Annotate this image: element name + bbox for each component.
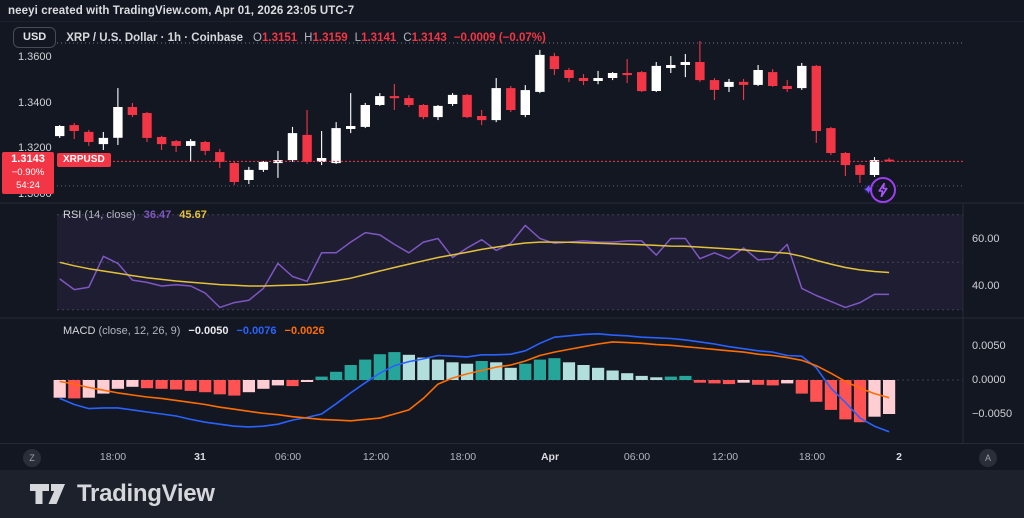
- tradingview-logo-icon[interactable]: [30, 483, 66, 505]
- open-value: 1.3151: [261, 31, 298, 44]
- macd-legend[interactable]: MACD (close, 12, 26, 9) −0.0050 −0.0076 …: [63, 325, 325, 337]
- high-value: 1.3159: [312, 31, 348, 44]
- macd-hist-value: −0.0050: [188, 325, 229, 337]
- open-label: O: [253, 31, 262, 44]
- scale-tick-label: 40.00: [972, 280, 1000, 292]
- time-tick-label: 18:00: [798, 451, 826, 463]
- rsi-value: 36.47: [143, 209, 172, 221]
- time-tick-label: 18:00: [99, 451, 127, 463]
- timezone-button[interactable]: Z: [23, 449, 41, 467]
- footer-bar: TradingView: [0, 470, 1024, 518]
- price-tick-label: 1.3600: [18, 51, 52, 63]
- time-tick-label: 2: [896, 451, 902, 463]
- time-tick-label: 31: [194, 451, 206, 463]
- close-label: C: [403, 31, 412, 44]
- rsi-legend[interactable]: RSI (14, close) 36.47 45.67: [63, 209, 207, 221]
- chart-canvas[interactable]: [0, 0, 1024, 518]
- time-tick-label: 12:00: [362, 451, 390, 463]
- rsi-ma-value: 45.67: [179, 209, 207, 221]
- low-value: 1.3141: [361, 31, 397, 44]
- scale-tick-label: −0.0050: [972, 408, 1013, 420]
- adjust-button[interactable]: A: [979, 449, 997, 467]
- symbol-price-label: XRPUSD: [57, 153, 111, 167]
- symbol-legend: USD XRP / U.S. Dollar · 1h · Coinbase O1…: [13, 27, 546, 48]
- tradingview-snapshot: neeyi created with TradingView.com, Apr …: [0, 0, 1024, 518]
- scale-tick-label: 0.0000: [972, 374, 1006, 386]
- close-value: 1.3143: [411, 31, 447, 44]
- macd-signal-value: −0.0026: [284, 325, 325, 337]
- boost-lightning-icon[interactable]: [869, 177, 896, 203]
- rsi-params: (14, close): [84, 209, 136, 221]
- macd-line-value: −0.0076: [236, 325, 277, 337]
- macd-histogram: [53, 352, 896, 423]
- price-tick-label: 1.3400: [18, 96, 52, 109]
- time-tick-label: 18:00: [449, 451, 477, 463]
- time-tick-label: 12:00: [711, 451, 739, 463]
- symbol-title[interactable]: XRP / U.S. Dollar · 1h · Coinbase: [66, 32, 243, 44]
- macd-lines: [59, 333, 890, 433]
- time-tick-label: 06:00: [623, 451, 651, 463]
- bar-countdown: 54:24: [16, 180, 40, 191]
- time-tick-label: Apr: [540, 451, 560, 463]
- last-price-value: 1.3143: [11, 153, 45, 165]
- last-price-change: −0.90%: [11, 167, 45, 178]
- macd-params: (close, 12, 26, 9): [98, 325, 181, 337]
- time-axis[interactable]: Z 18:00 31 06:00 12:00 18:00 Apr 06:00 12:00 18:…: [0, 443, 1024, 471]
- scale-tick-label: 0.0050: [972, 340, 1006, 352]
- currency-toggle-button[interactable]: USD: [13, 27, 57, 48]
- candlestick-series: [55, 41, 894, 185]
- time-tick-label: 06:00: [274, 451, 302, 463]
- last-price-tag: 1.3143 −0.90% 54:24: [2, 152, 54, 194]
- scale-tick-label: 60.00: [972, 232, 1000, 245]
- ohlc-readout: O1.3151 H1.3159 L1.3141 C1.3143 −0.0009 …: [253, 32, 546, 44]
- macd-title: MACD: [63, 325, 96, 337]
- change-value: −0.0009 (−0.07%): [453, 31, 546, 44]
- tradingview-wordmark[interactable]: TradingView: [77, 480, 215, 508]
- boost-widget[interactable]: ✦: [863, 177, 896, 203]
- rsi-title: RSI: [63, 209, 82, 221]
